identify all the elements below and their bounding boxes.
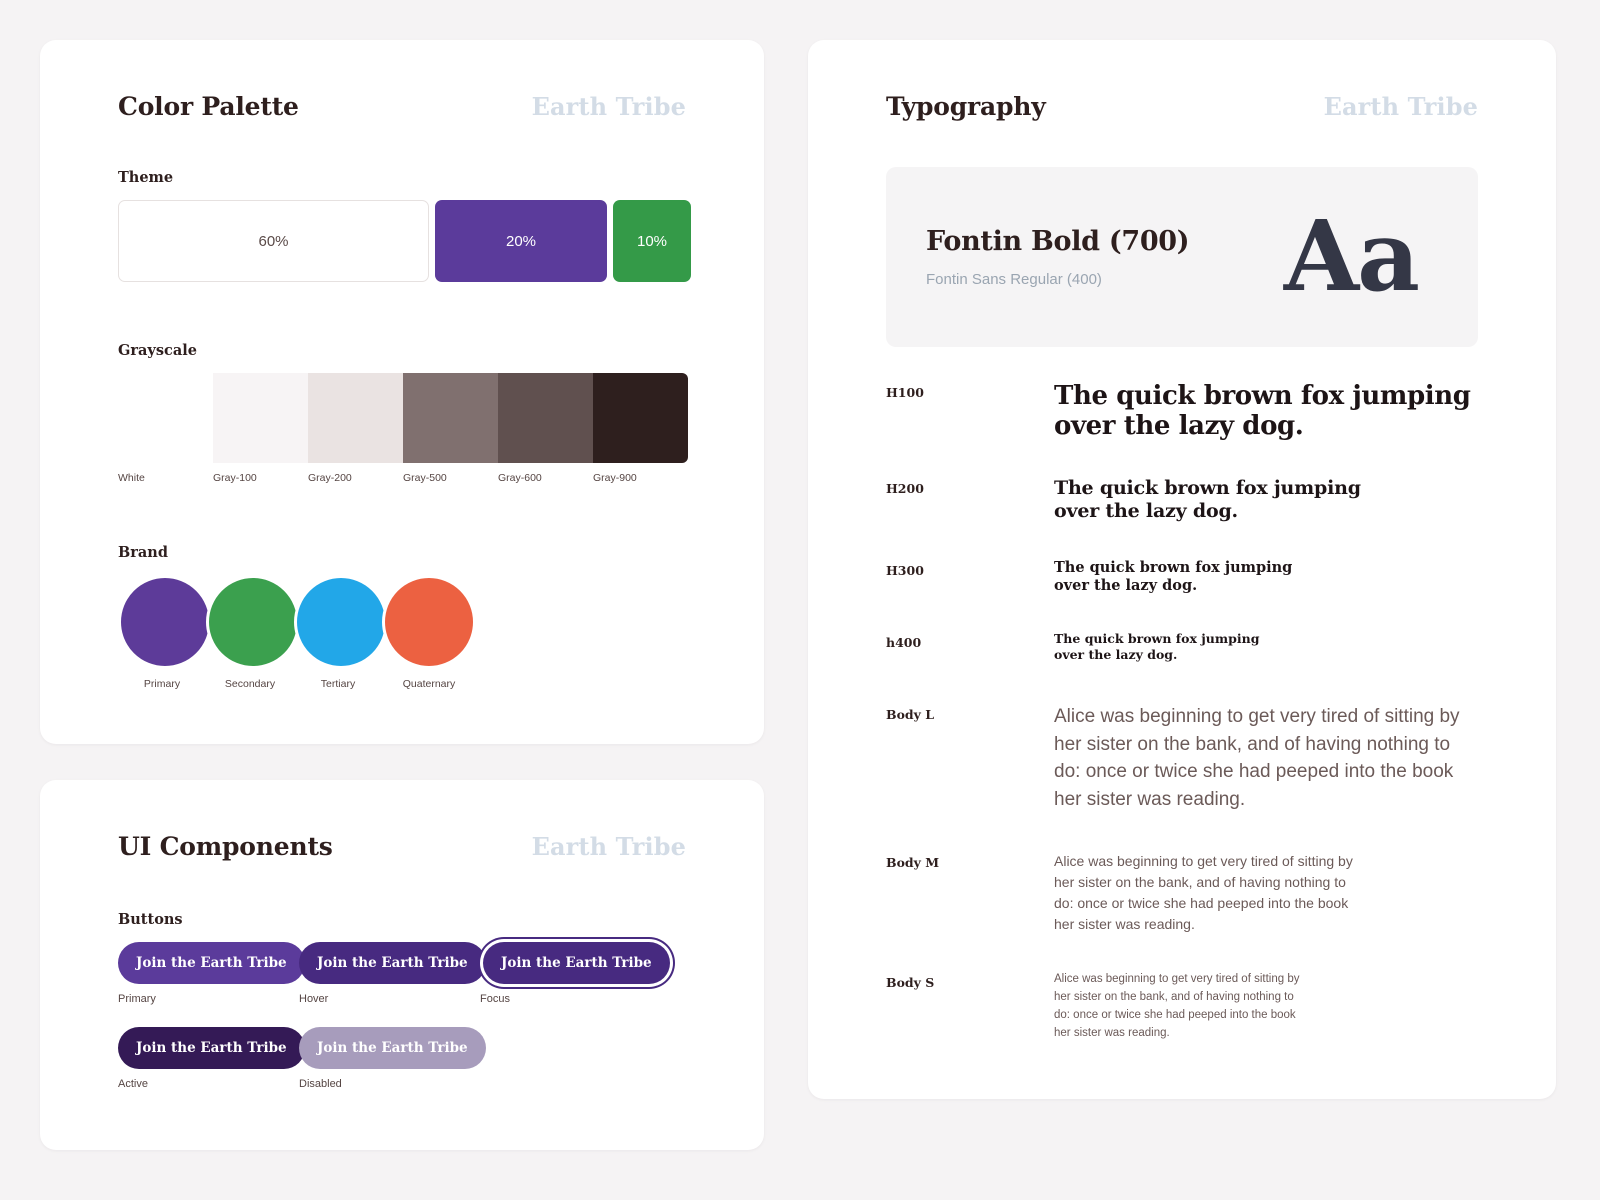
ui-components-body: Buttons Join the Earth Tribe Primary Joi… xyxy=(40,861,764,1150)
type-scale-key: H200 xyxy=(886,481,924,497)
typography-body: Fontin Bold (700) Fontin Sans Regular (4… xyxy=(808,121,1556,1099)
font-primary-name: Fontin Bold (700) xyxy=(926,226,1190,257)
type-scale-row: H100 The quick brown fox jumping over th… xyxy=(886,381,1478,477)
brand-label: Quaternary xyxy=(402,678,456,690)
buttons-section-label: Buttons xyxy=(118,911,183,928)
grayscale-swatch[interactable] xyxy=(118,373,213,463)
type-scale-key: Body S xyxy=(886,975,935,991)
brand-circle-row xyxy=(118,575,686,669)
font-secondary-name: Fontin Sans Regular (400) xyxy=(926,271,1102,288)
brand-circle-primary[interactable] xyxy=(118,575,212,669)
type-scale-sample: Alice was beginning to get very tired of… xyxy=(1054,853,1353,933)
brand-circle-secondary[interactable] xyxy=(206,575,300,669)
brand-label: Secondary xyxy=(224,678,276,690)
grayscale-label: Gray-100 xyxy=(213,472,257,484)
type-scale-row: Body L Alice was beginning to get very t… xyxy=(886,703,1478,851)
type-scale-key: Body L xyxy=(886,707,935,723)
button-cell: Join the Earth Tribe Focus xyxy=(480,942,670,1005)
join-button-primary[interactable]: Join the Earth Tribe xyxy=(118,942,305,984)
grayscale-swatch[interactable] xyxy=(403,373,498,463)
type-scale-key: h400 xyxy=(886,635,922,651)
type-scale-row: H300 The quick brown fox jumping over th… xyxy=(886,559,1478,631)
color-palette-card: Color Palette Earth Tribe Theme 60% 20% … xyxy=(40,40,764,744)
brand-watermark: Earth Tribe xyxy=(1323,92,1478,121)
ui-components-title: UI Components xyxy=(118,832,333,861)
join-button-focus[interactable]: Join the Earth Tribe xyxy=(483,942,670,984)
ui-components-header: UI Components Earth Tribe xyxy=(40,780,764,861)
type-scale-sample: Alice was beginning to get very tired of… xyxy=(1054,706,1460,810)
button-state-caption: Disabled xyxy=(299,1078,342,1090)
grayscale-label: Gray-500 xyxy=(403,472,447,484)
brand-circle-wrap xyxy=(206,575,300,669)
theme-swatch-row: 60% 20% 10% xyxy=(118,200,691,282)
button-state-caption: Primary xyxy=(118,993,156,1005)
brand-section-label: Brand xyxy=(118,544,168,561)
button-state-caption: Focus xyxy=(480,993,510,1005)
button-grid: Join the Earth Tribe Primary Join the Ea… xyxy=(118,942,686,1090)
grayscale-swatch[interactable] xyxy=(498,373,593,463)
type-scale-key: H100 xyxy=(886,385,924,400)
ui-components-card: UI Components Earth Tribe Buttons Join t… xyxy=(40,780,764,1150)
type-scale-row: Body S Alice was beginning to get very t… xyxy=(886,971,1478,1042)
typography-card: Typography Earth Tribe Fontin Bold (700)… xyxy=(808,40,1556,1099)
color-palette-body: Theme 60% 20% 10% Grayscale White Gray-1… xyxy=(40,121,764,744)
grayscale-label: Gray-900 xyxy=(593,472,637,484)
button-cell: Join the Earth Tribe Hover xyxy=(299,942,486,1005)
font-specimen-names: Fontin Bold (700) Fontin Sans Regular (4… xyxy=(926,226,1190,288)
type-scale-sample: The quick brown fox jumping over the laz… xyxy=(1054,631,1260,663)
button-cell: Join the Earth Tribe Primary xyxy=(118,942,305,1005)
design-system-page: Color Palette Earth Tribe Theme 60% 20% … xyxy=(0,0,1600,1200)
button-state-caption: Hover xyxy=(299,993,329,1005)
grayscale-label: White xyxy=(118,472,145,484)
button-cell: Join the Earth Tribe Active xyxy=(118,1027,305,1090)
join-button-hover[interactable]: Join the Earth Tribe xyxy=(299,942,486,984)
grayscale-swatch[interactable] xyxy=(593,373,688,463)
brand-watermark: Earth Tribe xyxy=(531,92,686,121)
grayscale-label: Gray-200 xyxy=(308,472,352,484)
grayscale-label: Gray-600 xyxy=(498,472,542,484)
grayscale-swatch[interactable] xyxy=(308,373,403,463)
type-scale-list: H100 The quick brown fox jumping over th… xyxy=(886,381,1478,1043)
type-scale-row: h400 The quick brown fox jumping over th… xyxy=(886,631,1478,703)
type-scale-row: H200 The quick brown fox jumping over th… xyxy=(886,477,1478,559)
type-scale-key: Body M xyxy=(886,855,940,871)
theme-section-label: Theme xyxy=(118,169,174,186)
brand-watermark: Earth Tribe xyxy=(531,832,686,861)
brand-circle-wrap xyxy=(382,575,476,669)
type-scale-key: H300 xyxy=(886,562,924,578)
font-glyph-sample: Aa xyxy=(1283,199,1420,314)
brand-label: Primary xyxy=(143,678,181,690)
grayscale-swatch[interactable] xyxy=(213,373,308,463)
color-palette-header: Color Palette Earth Tribe xyxy=(40,40,764,121)
typography-header: Typography Earth Tribe xyxy=(808,40,1556,121)
brand-label: Tertiary xyxy=(320,678,356,690)
grayscale-label-row: White Gray-100 Gray-200 Gray-500 Gray-60… xyxy=(118,472,688,484)
page-title: Color Palette xyxy=(118,92,299,121)
join-button-disabled: Join the Earth Tribe xyxy=(299,1027,486,1069)
brand-circle-quaternary[interactable] xyxy=(382,575,476,669)
typography-title: Typography xyxy=(886,92,1046,121)
brand-circle-wrap xyxy=(118,575,212,669)
grayscale-swatch-strip xyxy=(118,373,688,463)
brand-circle-tertiary[interactable] xyxy=(294,575,388,669)
brand-circle-wrap xyxy=(294,575,388,669)
theme-swatch-60[interactable]: 60% xyxy=(118,200,429,282)
grayscale-section-label: Grayscale xyxy=(118,342,197,359)
button-cell: Join the Earth Tribe Disabled xyxy=(299,1027,486,1090)
left-column: Color Palette Earth Tribe Theme 60% 20% … xyxy=(40,40,764,1150)
type-scale-sample: The quick brown fox jumping over the laz… xyxy=(1054,558,1293,595)
join-button-active[interactable]: Join the Earth Tribe xyxy=(118,1027,305,1069)
type-scale-row: Body M Alice was beginning to get very t… xyxy=(886,851,1478,971)
type-scale-sample: Alice was beginning to get very tired of… xyxy=(1054,973,1300,1039)
type-scale-sample: The quick brown fox jumping over the laz… xyxy=(1054,381,1471,442)
type-scale-sample: The quick brown fox jumping over the laz… xyxy=(1054,477,1361,523)
brand-label-row: Primary Secondary Tertiary Quaternary xyxy=(118,678,686,690)
theme-swatch-10[interactable]: 10% xyxy=(613,200,691,282)
button-state-caption: Active xyxy=(118,1078,148,1090)
right-column: Typography Earth Tribe Fontin Bold (700)… xyxy=(808,40,1556,1099)
font-specimen-box: Fontin Bold (700) Fontin Sans Regular (4… xyxy=(886,167,1478,347)
theme-swatch-20[interactable]: 20% xyxy=(435,200,607,282)
